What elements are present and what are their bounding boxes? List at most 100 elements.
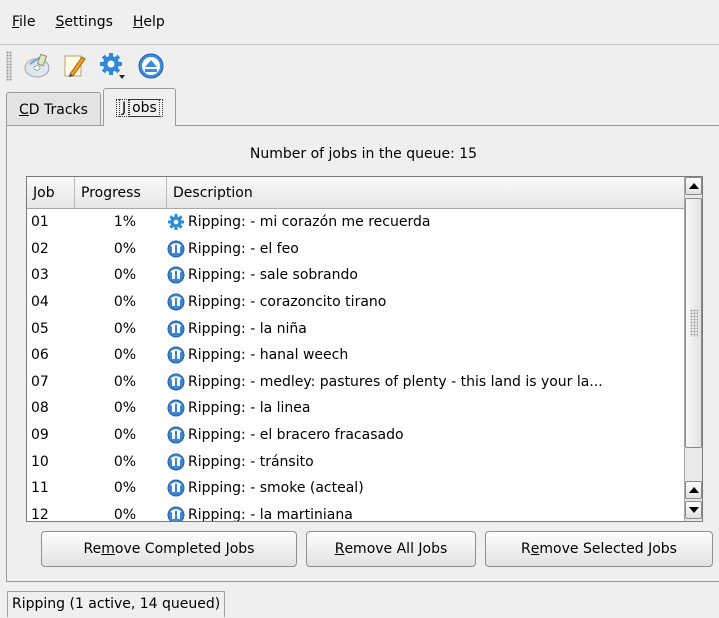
job-description: Ripping: - tránsito (167, 453, 685, 471)
configure-gear-icon (100, 53, 125, 79)
job-progress: 0% (113, 453, 137, 470)
button-label-post: move Selected Jobs (539, 541, 677, 557)
job-description-text: Ripping: - tránsito (188, 453, 314, 470)
job-number: 07 (31, 373, 49, 390)
queued-pause-icon (167, 240, 185, 258)
arrow-up-icon (688, 183, 699, 189)
toolbar-grip-handle[interactable] (6, 51, 12, 81)
tab-cd-tracks[interactable]: CD Tracks (6, 92, 101, 126)
job-number: 05 (31, 320, 49, 337)
table-row[interactable]: 11 0% Ripping: - smoke (acteal) (27, 475, 685, 502)
scrollbar-thumb[interactable] (685, 198, 702, 448)
queued-pause-icon (167, 373, 185, 391)
job-number: 06 (31, 347, 49, 364)
remove-selected-jobs-button[interactable]: Re move Selected Jobs (485, 531, 713, 567)
scroll-up-top-button[interactable] (685, 177, 702, 195)
job-progress: 0% (113, 294, 137, 311)
menu-file[interactable]: File (4, 9, 45, 35)
job-description-text: Ripping: - medley: pastures of plenty - … (188, 373, 603, 390)
table-row[interactable]: 04 0% Ripping: - corazoncito tirano (27, 289, 685, 316)
table-row[interactable]: 08 0% Ripping: - la linea (27, 395, 685, 422)
table-row[interactable]: 10 0% Ripping: - tránsito (27, 448, 685, 475)
edit-button[interactable] (58, 49, 92, 83)
queued-pause-icon (167, 506, 185, 521)
job-description: Ripping: - smoke (acteal) (167, 479, 685, 497)
job-progress: 0% (113, 506, 137, 522)
table-row[interactable]: 12 0% Ripping: - la martiniana (27, 502, 685, 522)
jobs-list[interactable]: Job Progress Description 01 1% Ripping: - … (26, 176, 703, 522)
tab-bar: CD Tracks Jobs (6, 88, 178, 126)
menu-file-accel: F (12, 14, 20, 30)
menu-help-accel: H (132, 14, 144, 30)
button-label-pre: Re (83, 541, 102, 557)
tab-cd-tracks-accel: C (19, 101, 29, 118)
job-number: 12 (31, 506, 49, 522)
table-row[interactable]: 02 0% Ripping: - el feo (27, 236, 685, 263)
job-description-text: Ripping: - la niña (188, 320, 307, 337)
job-description: Ripping: - el bracero fracasado (167, 426, 685, 444)
job-progress: 0% (113, 400, 137, 417)
menu-bar: File Settings Help (0, 0, 719, 44)
job-description-text: Ripping: - corazoncito tirano (188, 294, 387, 311)
arrow-up-icon (688, 487, 699, 493)
table-row[interactable]: 06 0% Ripping: - hanal weech (27, 342, 685, 369)
button-label-pre: R (521, 541, 531, 557)
tab-cd-tracks-label: D Tracks (28, 101, 88, 118)
job-number: 10 (31, 453, 49, 470)
edit-pencil-icon (64, 55, 86, 77)
cd-rip-button[interactable] (20, 49, 54, 83)
column-header-progress[interactable]: Progress (75, 177, 167, 209)
table-row[interactable]: 05 0% Ripping: - la niña (27, 315, 685, 342)
column-header-description[interactable]: Description (167, 177, 685, 209)
job-progress: 0% (113, 480, 137, 497)
menu-help-label: elp (143, 14, 165, 30)
job-description-text: Ripping: - hanal weech (188, 347, 349, 364)
table-row[interactable]: 07 0% Ripping: - medley: pastures of plent… (27, 369, 685, 396)
menu-settings-label: ettings (64, 14, 113, 30)
jobs-list-header: Job Progress Description (27, 177, 685, 209)
vertical-scrollbar[interactable] (684, 177, 702, 521)
job-description: Ripping: - la niña (167, 320, 685, 338)
job-progress: 0% (113, 373, 137, 390)
queued-pause-icon (167, 266, 185, 284)
job-description: Ripping: - corazoncito tirano (167, 293, 685, 311)
queued-pause-icon (167, 399, 185, 417)
eject-button[interactable] (134, 49, 168, 83)
status-text: Ripping (1 active, 14 queued) (7, 591, 226, 617)
queued-pause-icon (167, 426, 185, 444)
remove-all-jobs-button[interactable]: Remove All Jobs (306, 531, 476, 567)
scroll-up-button[interactable] (685, 481, 702, 499)
job-progress: 0% (113, 267, 137, 284)
job-description: Ripping: - la martiniana (167, 506, 685, 522)
queued-pause-icon (167, 320, 185, 338)
job-description-text: Ripping: - smoke (acteal) (188, 480, 364, 497)
job-description-text: Ripping: - la martiniana (188, 506, 353, 522)
table-row[interactable]: 09 0% Ripping: - el bracero fracasado (27, 422, 685, 449)
job-number: 08 (31, 400, 49, 417)
tab-jobs-label: obs (129, 98, 160, 117)
menu-settings[interactable]: Settings (45, 9, 122, 35)
remove-completed-jobs-button[interactable]: Re m ove Completed Jobs (41, 531, 297, 567)
job-progress: 0% (113, 427, 137, 444)
button-label-post: ove Completed Jobs (114, 541, 255, 557)
job-description: Ripping: - la linea (167, 399, 685, 417)
button-label-accel: m (101, 541, 115, 557)
job-progress: 1% (113, 214, 137, 231)
menu-help[interactable]: Help (123, 9, 175, 35)
job-number: 02 (31, 240, 49, 257)
job-description-text: Ripping: - sale sobrando (188, 267, 358, 284)
configure-button[interactable] (96, 49, 130, 83)
job-number: 11 (31, 480, 49, 497)
job-number: 09 (31, 427, 49, 444)
job-progress: 0% (113, 347, 137, 364)
queued-pause-icon (167, 346, 185, 364)
scroll-down-button[interactable] (685, 501, 702, 519)
table-row[interactable]: 01 1% Ripping: - mi corazón me recuerda (27, 209, 685, 236)
queued-pause-icon (167, 293, 185, 311)
scrollbar-grip (690, 309, 698, 337)
queued-pause-icon (167, 453, 185, 471)
table-row[interactable]: 03 0% Ripping: - sale sobrando (27, 262, 685, 289)
tab-jobs[interactable]: Jobs (102, 88, 176, 126)
column-header-job[interactable]: Job (27, 177, 75, 209)
job-number: 04 (31, 294, 49, 311)
